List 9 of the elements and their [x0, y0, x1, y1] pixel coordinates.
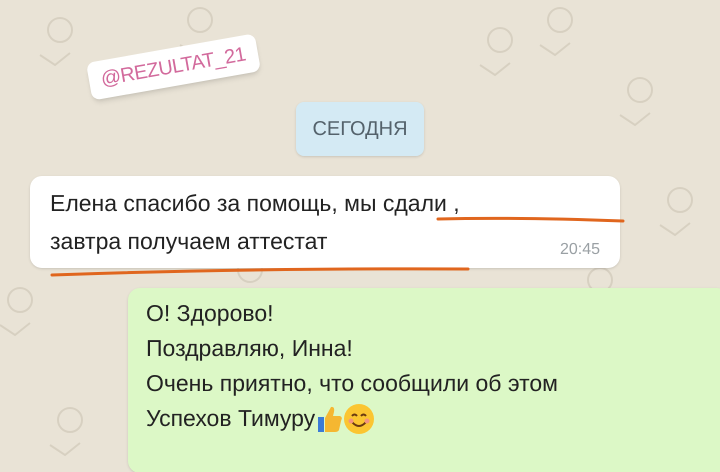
message-line: Поздравляю, Инна!	[146, 334, 353, 363]
date-chip: СЕГОДНЯ	[296, 102, 424, 156]
message-line: Очень приятно, что сообщили об этом	[146, 369, 558, 398]
message-line: Елена спасибо за помощь, мы сдали ,	[50, 190, 460, 216]
message-line: Успехов Тимуру	[146, 404, 316, 433]
message-line: завтра получаем аттестат	[50, 228, 328, 254]
message-line: О! Здорово!	[146, 299, 274, 328]
smiling-face-icon	[343, 402, 376, 434]
message-time: 20:45	[560, 240, 600, 260]
